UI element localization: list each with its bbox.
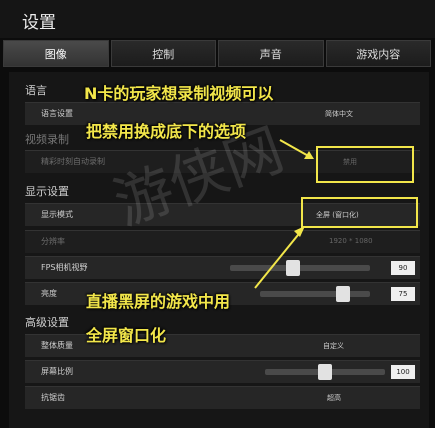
annotation-arrows [254, 139, 314, 289]
annotation-line-3: 直播黑屏的游戏中用 [86, 292, 231, 311]
annotation-line-2: 把禁用换成底下的选项 [86, 122, 247, 141]
annotation-line-4: 全屏窗口化 [86, 326, 167, 345]
arrow-head-display-mode [294, 226, 305, 237]
arrow-line-to-display-mode [254, 229, 303, 289]
annotation-line-1: N卡的玩家想录制视频可以 [84, 84, 274, 103]
